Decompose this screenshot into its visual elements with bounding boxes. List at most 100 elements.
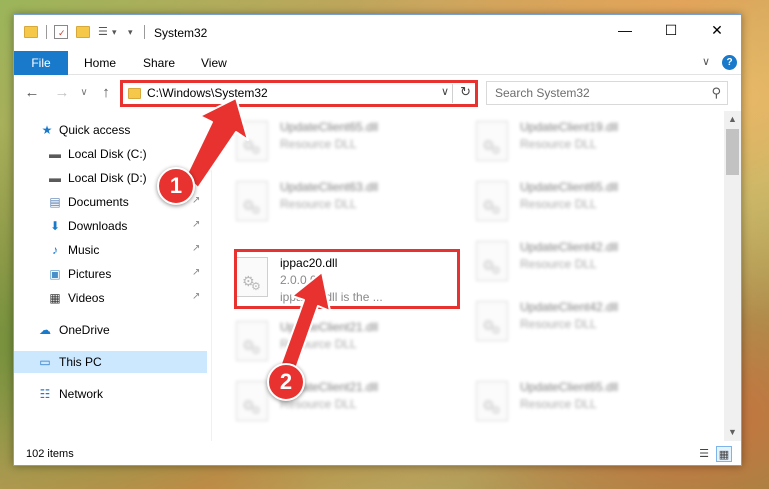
tab-home[interactable]: Home xyxy=(84,51,116,75)
file-name: UpdateClient42.dll xyxy=(520,300,619,314)
file-name: UpdateClient65.dll xyxy=(520,380,619,394)
file-tile[interactable]: ⚙ ⚙ UpdateClient65.dll Resource DLL xyxy=(462,375,682,431)
file-description: Resource DLL xyxy=(520,257,597,271)
sidebar-item-downloads[interactable]: ⬇ Downloads ↗ xyxy=(14,215,207,237)
pin-icon[interactable]: ↗ xyxy=(192,243,200,254)
step-2-badge: 2 xyxy=(267,363,305,401)
folder-icon xyxy=(128,88,141,99)
file-description: Resource DLL xyxy=(520,137,597,151)
file-tile[interactable]: ⚙ ⚙ UpdateClient42.dll Resource DLL xyxy=(462,295,682,351)
file-tile[interactable]: ⚙ ⚙ UpdateClient65.dll Resource DLL xyxy=(222,115,442,171)
sidebar-item-label: OneDrive xyxy=(59,323,110,337)
recent-locations-icon[interactable]: ∨ xyxy=(74,83,94,103)
search-box[interactable]: ⚲ xyxy=(486,81,728,105)
help-icon[interactable]: ? xyxy=(722,55,737,70)
file-name: UpdateClient42.dll xyxy=(520,240,619,254)
pin-icon[interactable]: ↗ xyxy=(192,291,200,302)
dll-file-icon: ⚙ ⚙ xyxy=(476,181,508,221)
file-tile[interactable]: ⚙ ⚙ UpdateClient65.dll Resource DLL xyxy=(462,175,682,231)
expand-ribbon-icon[interactable]: ∨ xyxy=(702,55,710,68)
maximize-button[interactable]: ☐ xyxy=(648,15,694,45)
scroll-up-icon[interactable]: ▲ xyxy=(724,111,741,128)
file-name: UpdateClient21.dll xyxy=(280,320,379,334)
file-description: Resource DLL xyxy=(280,197,357,211)
pictures-icon: ▣ xyxy=(49,267,61,281)
file-tile[interactable]: ⚙ ⚙ UpdateClient21.dll Resource DLL xyxy=(222,375,442,431)
details-view-icon[interactable]: ☰ xyxy=(696,446,712,462)
dll-file-icon: ⚙ ⚙ xyxy=(476,381,508,421)
sidebar-item-label: This PC xyxy=(59,355,102,369)
sidebar-item-network[interactable]: ☷ Network xyxy=(14,383,207,405)
sidebar-item-label: Local Disk (C:) xyxy=(68,147,147,161)
pin-icon[interactable]: ↗ xyxy=(192,219,200,230)
address-bar[interactable]: C:\Windows\System32 ∨ ↻ xyxy=(120,80,478,107)
sidebar-item-quick-access[interactable]: ★ Quick access xyxy=(14,119,207,141)
sidebar-item-pictures[interactable]: ▣ Pictures ↗ xyxy=(14,263,207,285)
file-name: UpdateClient63.dll xyxy=(280,180,379,194)
sidebar-item-music[interactable]: ♪ Music ↗ xyxy=(14,239,207,261)
file-description: Resource DLL xyxy=(520,317,597,331)
new-folder-icon[interactable] xyxy=(76,26,90,38)
dll-file-icon: ⚙ ⚙ xyxy=(236,121,268,161)
file-name: UpdateClient19.dll xyxy=(520,120,619,134)
tab-file[interactable]: File xyxy=(14,51,68,75)
sidebar-item-label: Videos xyxy=(68,291,105,305)
drive-icon: ▬ xyxy=(49,147,61,161)
forward-button[interactable]: → xyxy=(52,83,72,103)
search-input[interactable] xyxy=(495,85,695,101)
highlight-box xyxy=(234,249,460,309)
status-bar: 102 items ☰ ▦ xyxy=(14,443,741,465)
dll-file-icon: ⚙ ⚙ xyxy=(236,321,268,361)
scroll-thumb[interactable] xyxy=(726,129,739,175)
tab-share[interactable]: Share xyxy=(143,51,175,75)
file-description: Resource DLL xyxy=(280,137,357,151)
file-tile[interactable]: ⚙ ⚙ UpdateClient63.dll Resource DLL xyxy=(222,175,442,231)
network-icon: ☷ xyxy=(39,387,51,401)
music-icon: ♪ xyxy=(52,243,58,257)
properties-icon[interactable]: ✓ xyxy=(54,25,68,39)
file-tile[interactable]: ⚙ ⚙ UpdateClient21.dll Resource DLL xyxy=(222,315,442,371)
file-description: Resource DLL xyxy=(280,337,357,351)
sidebar-item-label: Quick access xyxy=(59,123,131,137)
onedrive-icon: ☁ xyxy=(39,323,51,337)
scroll-down-icon[interactable]: ▼ xyxy=(724,424,741,441)
close-button[interactable]: ✕ xyxy=(694,15,740,45)
view-options-icon[interactable]: ☰ xyxy=(98,25,112,39)
tiles-view-icon[interactable]: ▦ xyxy=(716,446,732,462)
pin-icon[interactable]: ↗ xyxy=(192,195,200,206)
star-icon: ★ xyxy=(41,123,53,137)
sidebar-item-label: Local Disk (D:) xyxy=(68,171,147,185)
search-icon[interactable]: ⚲ xyxy=(711,85,721,101)
navigation-bar: ← → ∨ ↑ C:\Windows\System32 ∨ ↻ ⚲ xyxy=(14,77,741,109)
vertical-scrollbar[interactable]: ▲ ▼ xyxy=(724,111,741,441)
file-description: Resource DLL xyxy=(520,397,597,411)
dll-file-icon: ⚙ ⚙ xyxy=(236,181,268,221)
title-bar: ✓ ☰ ▾ ▾ System32 — ☐ ✕ xyxy=(14,15,741,51)
minimize-button[interactable]: — xyxy=(602,15,648,45)
up-button[interactable]: ↑ xyxy=(96,83,116,103)
sidebar-item-label: Documents xyxy=(68,195,129,209)
folder-icon xyxy=(24,26,38,38)
ribbon-tabs: File Home Share View ∨ ? xyxy=(14,51,741,75)
dll-file-icon: ⚙ ⚙ xyxy=(476,241,508,281)
drive-icon: ▬ xyxy=(49,171,61,185)
file-tile[interactable]: ⚙ ⚙ UpdateClient19.dll Resource DLL xyxy=(462,115,682,171)
sidebar-item-onedrive[interactable]: ☁ OneDrive xyxy=(14,319,207,341)
sidebar-item-local-disk-c[interactable]: ▬ Local Disk (C:) xyxy=(14,143,207,165)
customize-toolbar-icon[interactable]: ▾ xyxy=(128,25,142,39)
documents-icon: ▤ xyxy=(49,195,61,209)
pin-icon[interactable]: ↗ xyxy=(192,267,200,278)
refresh-icon[interactable]: ↻ xyxy=(460,84,471,100)
sidebar-item-this-pc[interactable]: ▭ This PC xyxy=(14,351,207,373)
tab-view[interactable]: View xyxy=(201,51,227,75)
dll-file-icon: ⚙ ⚙ xyxy=(476,301,508,341)
file-name: UpdateClient65.dll xyxy=(280,120,379,134)
downloads-icon: ⬇ xyxy=(49,219,61,233)
back-button[interactable]: ← xyxy=(22,83,42,103)
sidebar-item-videos[interactable]: ▦ Videos ↗ xyxy=(14,287,207,309)
file-tile[interactable]: ⚙ ⚙ UpdateClient42.dll Resource DLL xyxy=(462,235,682,291)
address-dropdown-icon[interactable]: ∨ xyxy=(441,85,449,98)
address-path[interactable]: C:\Windows\System32 xyxy=(147,86,268,100)
chevron-down-icon[interactable]: ▾ xyxy=(112,25,126,39)
sidebar-item-label: Network xyxy=(59,387,104,401)
